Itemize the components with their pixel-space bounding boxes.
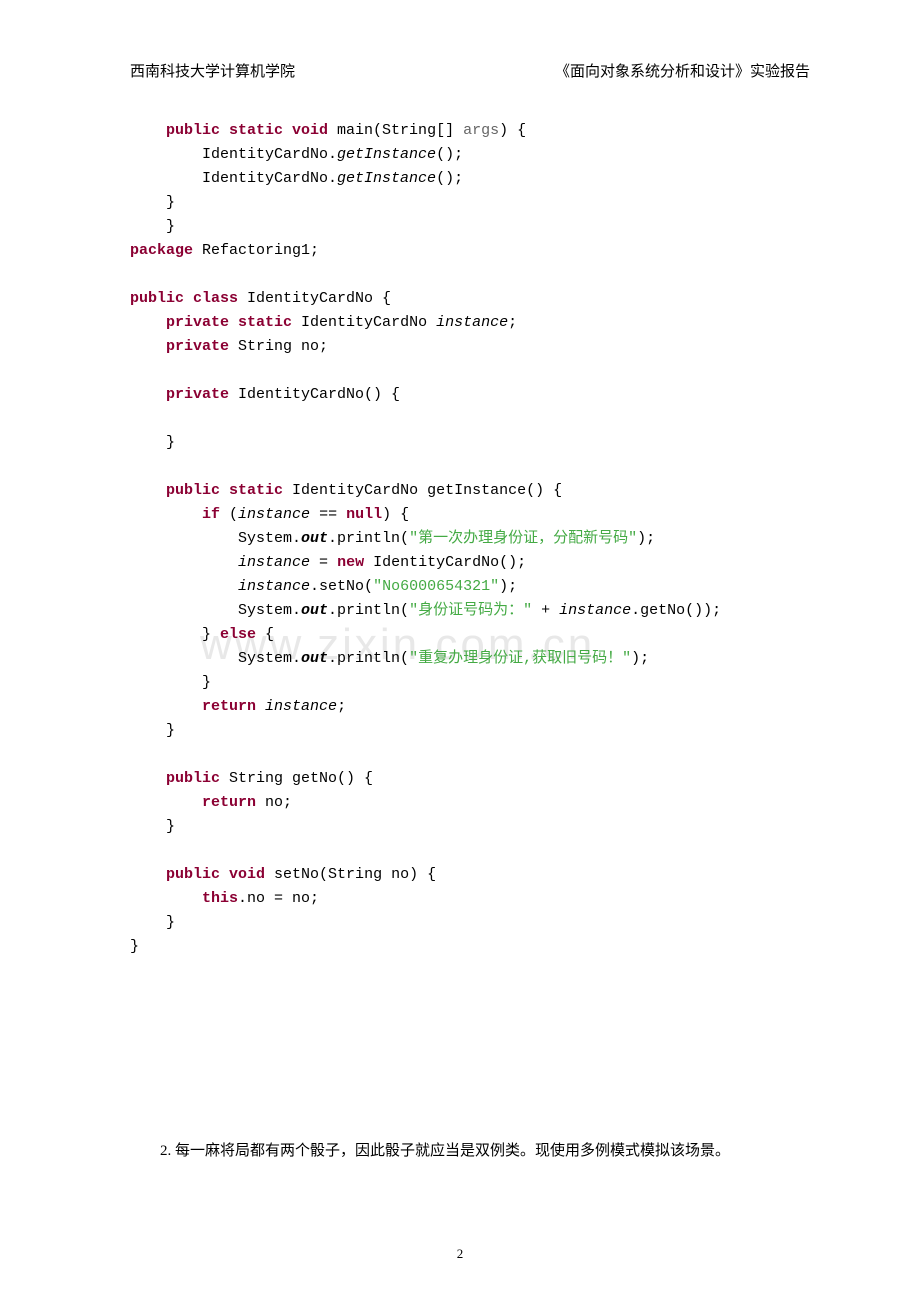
code-block: public static void main(String[] args) {…: [130, 119, 810, 959]
question-text: 2. 每一麻将局都有两个骰子，因此骰子就应当是双例类。现使用多例模式模拟该场景。: [130, 1139, 810, 1160]
header-right: 《面向对象系统分析和设计》实验报告: [555, 60, 810, 81]
page-header: 西南科技大学计算机学院 《面向对象系统分析和设计》实验报告: [130, 60, 810, 81]
page-container: 西南科技大学计算机学院 《面向对象系统分析和设计》实验报告 public sta…: [0, 0, 920, 1200]
page-number: 2: [457, 1246, 464, 1262]
header-left: 西南科技大学计算机学院: [130, 60, 295, 81]
